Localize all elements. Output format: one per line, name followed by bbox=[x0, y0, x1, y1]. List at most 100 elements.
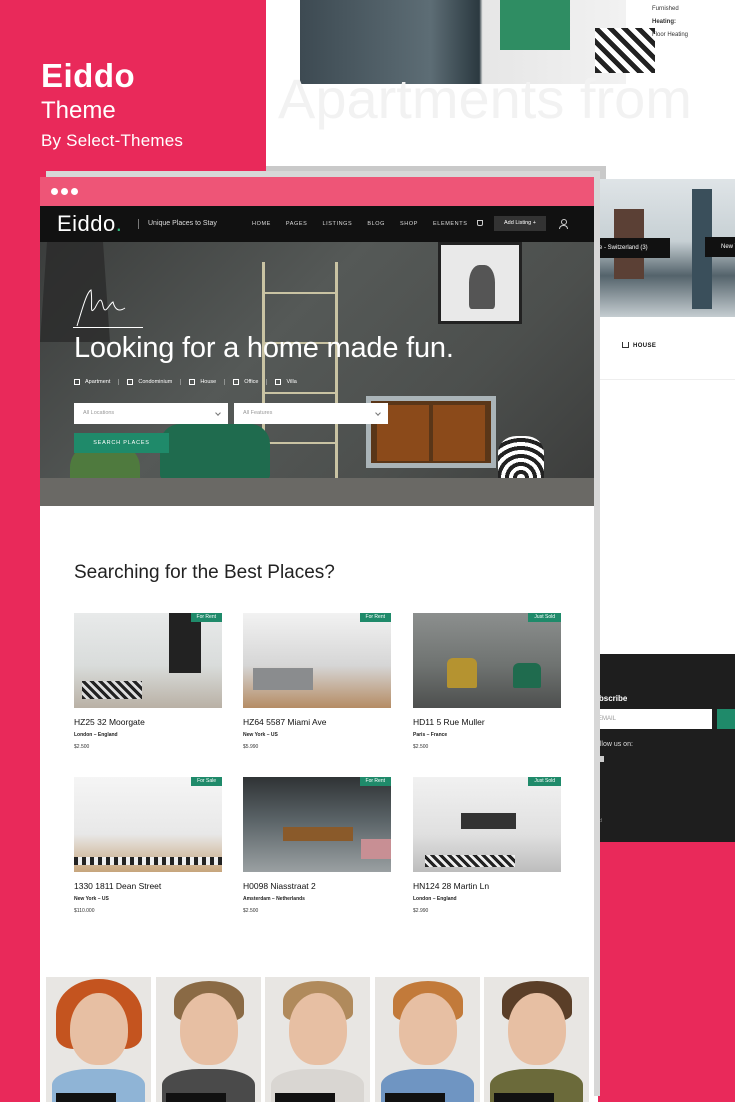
category-condominium[interactable]: Condominium bbox=[127, 379, 182, 385]
listing-photo[interactable]: For Rent bbox=[74, 613, 222, 708]
site-logo-text: Eiddo bbox=[57, 211, 116, 236]
listing-card[interactable]: For Rent HZ25 32 Moorgate London – Engla… bbox=[74, 613, 222, 750]
window-dot-icon[interactable] bbox=[51, 188, 58, 195]
category-label: House bbox=[200, 379, 217, 385]
window-dot-icon[interactable] bbox=[71, 188, 78, 195]
category-villa[interactable]: Villa bbox=[275, 379, 304, 385]
team-member[interactable] bbox=[375, 977, 480, 1102]
site-logo-dot: . bbox=[115, 211, 123, 236]
social-icon[interactable] bbox=[598, 756, 604, 762]
chevron-down-icon bbox=[375, 410, 381, 416]
cart-icon[interactable] bbox=[477, 220, 483, 226]
team-member-name-tag bbox=[275, 1093, 335, 1102]
listing-location: London – England bbox=[413, 896, 457, 902]
category-label: Office bbox=[244, 379, 259, 385]
team-member-name-tag bbox=[494, 1093, 554, 1102]
listing-price: $110.000 bbox=[74, 908, 95, 914]
site-header: Eiddo. Unique Places to Stay HOME PAGES … bbox=[40, 206, 594, 242]
listing-photo[interactable]: For Rent bbox=[243, 777, 391, 872]
back-footer-email-input[interactable]: EMAIL bbox=[594, 709, 712, 729]
promo-author: By Select-Themes bbox=[41, 131, 184, 150]
features-select[interactable]: All Features bbox=[234, 403, 388, 424]
back-divider bbox=[592, 379, 735, 380]
hero-category-list: Apartment Condominium House Office Villa bbox=[74, 379, 313, 385]
listing-photo[interactable]: For Sale bbox=[74, 777, 222, 872]
back-category-house-label: HOUSE bbox=[633, 343, 657, 349]
team-member[interactable] bbox=[156, 977, 261, 1102]
back-photo-chair bbox=[500, 0, 570, 50]
team-member[interactable] bbox=[484, 977, 589, 1102]
avatar bbox=[399, 993, 457, 1065]
site-tagline: Unique Places to Stay bbox=[138, 219, 217, 229]
promo-brand: Eiddo Theme By Select-Themes bbox=[41, 58, 183, 152]
listing-location: New York – US bbox=[243, 732, 278, 738]
listing-title[interactable]: HZ64 5587 Miami Ave bbox=[243, 717, 391, 727]
house-icon bbox=[622, 342, 629, 348]
listing-card[interactable]: For Rent HZ64 5587 Miami Ave New York – … bbox=[243, 613, 391, 750]
listing-location: London – England bbox=[74, 732, 118, 738]
condo-icon bbox=[127, 379, 134, 385]
avatar bbox=[70, 993, 128, 1065]
promo-subtitle: Theme bbox=[41, 97, 116, 124]
back-section-heading: Apartments from bbox=[278, 67, 692, 130]
listing-price: $2.500 bbox=[243, 908, 259, 914]
user-icon[interactable] bbox=[559, 219, 568, 229]
location-select-value: All Locations bbox=[83, 410, 115, 416]
search-places-button[interactable]: SEARCH PLACES bbox=[74, 433, 169, 453]
main-menu: HOME PAGES LISTINGS BLOG SHOP ELEMENTS bbox=[252, 221, 482, 227]
back-meta-furnished: Furnished bbox=[652, 6, 679, 12]
add-listing-button[interactable]: Add Listing + bbox=[494, 216, 546, 231]
menu-item-listings[interactable]: LISTINGS bbox=[322, 221, 352, 227]
status-badge: For Sale bbox=[191, 777, 222, 786]
category-label: Apartment bbox=[85, 379, 111, 385]
listing-price: $2.500 bbox=[74, 744, 90, 750]
back-city-tag-2[interactable]: New Y bbox=[705, 237, 735, 257]
browser-window: Eiddo. Unique Places to Stay HOME PAGES … bbox=[40, 177, 594, 1102]
office-icon bbox=[233, 379, 240, 385]
listing-title[interactable]: HD11 5 Rue Muller bbox=[413, 717, 561, 727]
status-badge: For Rent bbox=[190, 613, 222, 622]
back-listing-meta: Furnished Heating: Floor Heating bbox=[652, 6, 688, 42]
window-dot-icon[interactable] bbox=[61, 188, 68, 195]
listing-card[interactable]: Just Sold HN124 28 Martin Ln London – En… bbox=[413, 777, 561, 914]
listing-location: New York – US bbox=[74, 896, 109, 902]
team-member[interactable] bbox=[265, 977, 370, 1102]
location-select[interactable]: All Locations bbox=[74, 403, 228, 424]
menu-item-pages[interactable]: PAGES bbox=[286, 221, 308, 227]
listing-title[interactable]: 1330 1811 Dean Street bbox=[74, 881, 222, 891]
team-member[interactable] bbox=[46, 977, 151, 1102]
menu-item-home[interactable]: HOME bbox=[252, 221, 271, 227]
site-logo[interactable]: Eiddo. bbox=[57, 211, 122, 237]
category-apartment[interactable]: Apartment bbox=[74, 379, 120, 385]
listing-photo[interactable]: Just Sold bbox=[413, 613, 561, 708]
listing-card[interactable]: For Sale 1330 1811 Dean Street New York … bbox=[74, 777, 222, 914]
listing-location: Amsterdam – Netherlands bbox=[243, 896, 305, 902]
back-footer-submit-button[interactable] bbox=[717, 709, 735, 729]
listing-title[interactable]: H0098 Niasstraat 2 bbox=[243, 881, 391, 891]
back-category-house[interactable]: HOUSE bbox=[622, 342, 656, 349]
avatar bbox=[508, 993, 566, 1065]
listing-photo[interactable]: For Rent bbox=[243, 613, 391, 708]
menu-item-blog[interactable]: BLOG bbox=[367, 221, 385, 227]
menu-item-shop[interactable]: SHOP bbox=[400, 221, 418, 227]
building-icon bbox=[74, 379, 80, 385]
listing-title[interactable]: HN124 28 Martin Ln bbox=[413, 881, 561, 891]
category-house[interactable]: House bbox=[189, 379, 226, 385]
listing-title[interactable]: HZ25 32 Moorgate bbox=[74, 717, 222, 727]
back-city-tag[interactable]: me - Switzerland (3) bbox=[592, 238, 670, 258]
back-footer: ubscribe EMAIL follow us on: ved bbox=[592, 654, 735, 842]
avatar bbox=[180, 993, 238, 1065]
listing-price: $5.990 bbox=[243, 744, 259, 750]
browser-title-bar bbox=[40, 177, 594, 206]
category-office[interactable]: Office bbox=[233, 379, 268, 385]
menu-item-elements[interactable]: ELEMENTS bbox=[433, 221, 467, 227]
listing-card[interactable]: Just Sold HD11 5 Rue Muller Paris – Fran… bbox=[413, 613, 561, 750]
listing-photo[interactable]: Just Sold bbox=[413, 777, 561, 872]
avatar bbox=[289, 993, 347, 1065]
status-badge: For Rent bbox=[359, 613, 391, 622]
hero-photo-shelf bbox=[262, 262, 338, 482]
hero-section: Looking for a home made fun. Apartment C… bbox=[40, 242, 594, 506]
category-label: Villa bbox=[286, 379, 297, 385]
listing-price: $2.500 bbox=[413, 744, 429, 750]
listing-card[interactable]: For Rent H0098 Niasstraat 2 Amsterdam – … bbox=[243, 777, 391, 914]
